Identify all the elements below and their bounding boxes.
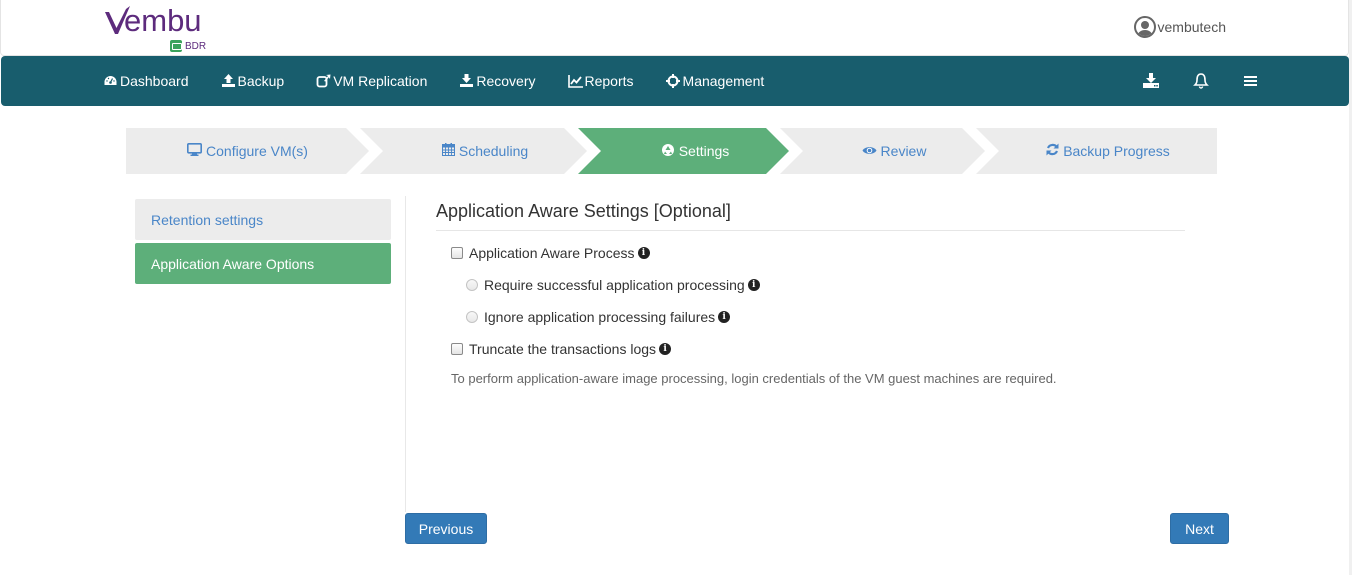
desktop-icon (187, 143, 203, 159)
option-label: Truncate the transactions logs (469, 341, 657, 357)
option-application-aware-process: Application Aware Process i (451, 245, 650, 261)
credentials-note: To perform application-aware image proce… (451, 371, 1057, 386)
side-item-application-aware-options[interactable]: Application Aware Options (135, 243, 391, 284)
next-button[interactable]: Next (1170, 513, 1229, 544)
calendar-icon (441, 143, 455, 159)
side-item-retention-settings[interactable]: Retention settings (135, 199, 391, 240)
step-backup-progress[interactable]: Backup Progress (999, 128, 1217, 174)
step-review[interactable]: Review (803, 128, 985, 174)
download-icon (459, 74, 474, 88)
option-label: Application Aware Process (469, 245, 635, 261)
nav-dashboard[interactable]: Dashboard (103, 73, 189, 89)
dashboard-icon (103, 74, 118, 88)
line-chart-icon (567, 74, 583, 88)
require-successful-processing-radio[interactable] (466, 279, 478, 291)
option-label: Require successful application processin… (484, 277, 745, 293)
previous-button[interactable]: Previous (405, 513, 487, 544)
logo-v-mark (105, 6, 130, 36)
wizard-steps: Configure VM(s) Scheduling Settings Revi… (126, 128, 1217, 174)
option-label: Ignore application processing failures (484, 309, 716, 325)
user-circle-icon (1133, 16, 1156, 38)
user-menu[interactable]: vembutech (1133, 16, 1226, 38)
vertical-divider (405, 196, 406, 512)
hamburger-menu-icon[interactable] (1241, 71, 1261, 91)
username: vembutech (1157, 19, 1226, 35)
info-icon[interactable]: i (637, 247, 650, 259)
option-ignore-processing-failures: Ignore application processing failures i (466, 309, 731, 325)
option-require-successful-processing: Require successful application processin… (466, 277, 760, 293)
logo-wordmark: embu (105, 4, 202, 38)
recycle-icon (661, 143, 675, 160)
vembu-logo[interactable]: embu BDR (105, 4, 215, 54)
truncate-transaction-logs-checkbox[interactable] (451, 343, 463, 355)
refresh-icon (1046, 143, 1059, 159)
share-square-icon (316, 74, 331, 88)
nav-backup[interactable]: Backup (221, 73, 284, 89)
option-truncate-transaction-logs: Truncate the transactions logs i (451, 341, 672, 357)
logo-product: BDR (170, 40, 206, 52)
ignore-processing-failures-radio[interactable] (466, 311, 478, 323)
info-icon[interactable]: i (718, 311, 731, 323)
info-icon[interactable]: i (659, 343, 672, 355)
bell-icon[interactable] (1191, 71, 1211, 91)
nav-vm-replication[interactable]: VM Replication (316, 73, 427, 89)
application-aware-process-checkbox[interactable] (451, 247, 463, 259)
step-settings[interactable]: Settings (601, 128, 789, 174)
download-tray-icon[interactable] (1141, 71, 1161, 91)
section-title: Application Aware Settings [Optional] (436, 201, 731, 221)
nav-management[interactable]: Management (665, 73, 764, 89)
info-icon[interactable]: i (747, 279, 760, 291)
upload-icon (221, 74, 236, 88)
main-navbar: Dashboard Backup VM Replication Recovery… (1, 56, 1349, 106)
step-configure-vms[interactable]: Configure VM(s) (126, 128, 369, 174)
top-header: embu BDR vembutech (0, 0, 1349, 56)
nav-reports[interactable]: Reports (567, 73, 634, 89)
crosshairs-icon (665, 74, 681, 88)
hdd-icon (170, 40, 182, 52)
title-divider (436, 230, 1185, 231)
eye-icon (862, 143, 877, 159)
nav-recovery[interactable]: Recovery (459, 73, 536, 89)
step-scheduling[interactable]: Scheduling (383, 128, 587, 174)
